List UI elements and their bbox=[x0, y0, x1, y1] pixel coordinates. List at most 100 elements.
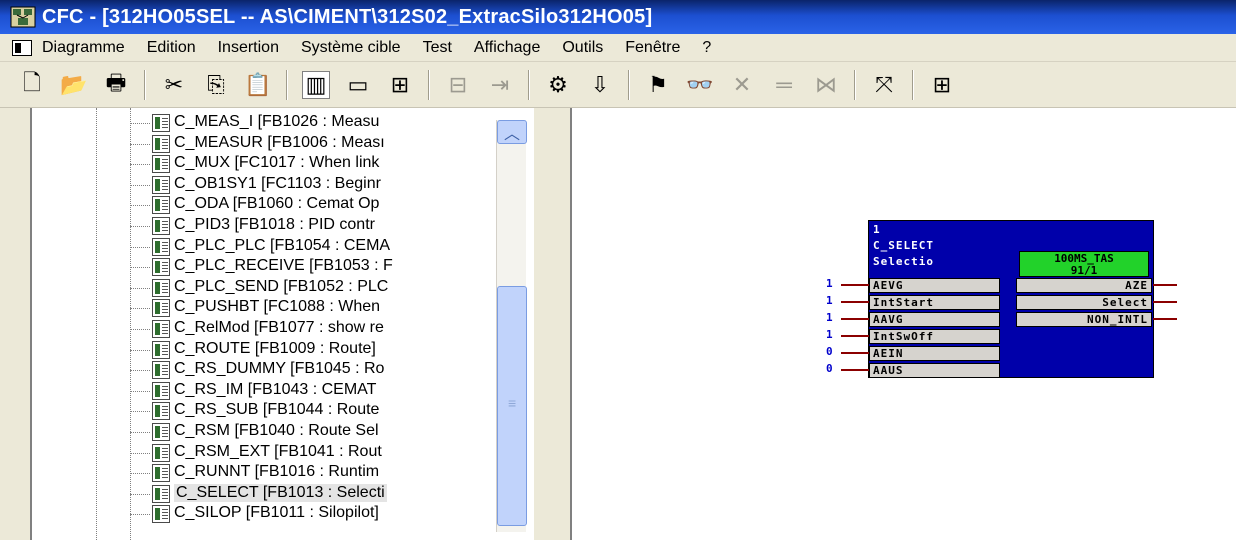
tree-connector bbox=[130, 267, 150, 269]
output-pin-select[interactable]: Select bbox=[1016, 295, 1152, 310]
tree-scrollbar[interactable]: ︿ bbox=[496, 120, 527, 532]
tree-item[interactable]: C_OB1SY1 [FC1103 : Beginr bbox=[32, 174, 498, 196]
grid-icon[interactable]: ⊞ bbox=[928, 71, 956, 99]
tree-item[interactable]: C_RS_IM [FB1043 : CEMAT bbox=[32, 380, 498, 402]
test-mode-icon[interactable]: ⚑ bbox=[644, 71, 672, 99]
tree-connector bbox=[130, 411, 150, 413]
watch-off-icon[interactable]: ✕ bbox=[728, 71, 756, 99]
tree-item-label: C_SELECT [FB1013 : Selecti bbox=[174, 483, 387, 502]
menu-edition[interactable]: Edition bbox=[147, 39, 196, 57]
tree-item[interactable]: C_SILOP [FB1011 : Silopilot] bbox=[32, 503, 498, 525]
input-pin-value[interactable]: 0 bbox=[826, 345, 833, 358]
tree-item[interactable]: C_RUNNT [FB1016 : Runtim bbox=[32, 462, 498, 484]
tree-item[interactable]: C_RS_DUMMY [FB1045 : Ro bbox=[32, 359, 498, 381]
paste-icon[interactable]: 📋 bbox=[244, 71, 272, 99]
document-icon[interactable] bbox=[12, 39, 32, 56]
input-wire[interactable] bbox=[841, 284, 869, 286]
cut-icon[interactable]: ✂ bbox=[160, 71, 188, 99]
input-wire[interactable] bbox=[841, 301, 869, 303]
output-wire[interactable] bbox=[1153, 318, 1177, 320]
input-pin-value[interactable]: 1 bbox=[826, 328, 833, 341]
print-icon[interactable]: 🖶 bbox=[102, 70, 130, 99]
tree-item[interactable]: C_MEAS_I [FB1026 : Measu bbox=[32, 112, 498, 134]
menu-outils[interactable]: Outils bbox=[562, 39, 603, 57]
cfc-window: CFC - [312HO05SEL -- AS\CIMENT\312S02_Ex… bbox=[0, 0, 1236, 540]
output-pin-non-intl[interactable]: NON_INTL bbox=[1016, 312, 1152, 327]
input-pin-intswoff[interactable]: IntSwOff bbox=[869, 329, 1000, 344]
menu-affichage[interactable]: Affichage bbox=[474, 39, 540, 57]
toolbar-separator bbox=[144, 69, 146, 100]
sheet-view-icon[interactable]: ▭ bbox=[344, 71, 372, 99]
tree-item[interactable]: C_PLC_RECEIVE [FB1053 : F bbox=[32, 256, 498, 278]
function-block-icon bbox=[152, 237, 170, 256]
tree-item[interactable]: C_RelMod [FB1077 : show re bbox=[32, 318, 498, 340]
tree-item[interactable]: C_PUSHBT [FC1088 : When bbox=[32, 297, 498, 319]
input-wire[interactable] bbox=[841, 318, 869, 320]
scroll-up-button[interactable]: ︿ bbox=[497, 120, 527, 144]
menu-test[interactable]: Test bbox=[423, 39, 452, 57]
input-pin-aein[interactable]: AEIN bbox=[869, 346, 1000, 361]
tree-item[interactable]: C_RSM_EXT [FB1041 : Rout bbox=[32, 442, 498, 464]
overview-icon[interactable]: ⊞ bbox=[386, 71, 414, 99]
tree-item[interactable]: C_PLC_PLC [FB1054 : CEMA bbox=[32, 236, 498, 258]
menu-insertion[interactable]: Insertion bbox=[218, 39, 279, 57]
open-icon[interactable]: 📂 bbox=[60, 71, 88, 99]
tree-item[interactable]: C_PID3 [FB1018 : PID contr bbox=[32, 215, 498, 237]
tree-item[interactable]: C_RSM [FB1040 : Route Sel bbox=[32, 421, 498, 443]
copy-icon[interactable]: ⎘ bbox=[202, 71, 230, 99]
input-pin-value[interactable]: 0 bbox=[826, 362, 833, 375]
split-icon[interactable]: ⤧ bbox=[870, 71, 898, 99]
tree-connector bbox=[130, 308, 150, 310]
tree-connector bbox=[130, 226, 150, 227]
tree-item-label: C_RS_IM [FB1043 : CEMAT bbox=[174, 380, 377, 398]
tree-item[interactable]: C_ODA [FB1060 : Cemat Op bbox=[32, 194, 498, 216]
tree-item[interactable]: C_PLC_SEND [FB1052 : PLC bbox=[32, 277, 498, 299]
block-catalog-tree[interactable]: C_MEAS_I [FB1026 : Measu C_MEASUR [FB1006… bbox=[30, 108, 534, 540]
tree-item[interactable]: C_ROUTE [FB1009 : Route] bbox=[32, 339, 498, 361]
function-block-icon bbox=[152, 217, 170, 235]
output-wire[interactable] bbox=[1153, 301, 1177, 303]
tree-item[interactable]: C_MEASUR [FB1006 : Meası bbox=[32, 133, 498, 155]
output-pin-aze[interactable]: AZE bbox=[1016, 278, 1152, 293]
menu-diagramme[interactable]: Diagramme bbox=[42, 39, 125, 57]
toolbar-separator bbox=[628, 69, 630, 100]
cfc-app-icon bbox=[10, 6, 36, 28]
input-pin-aavg[interactable]: AAVG bbox=[869, 312, 1000, 327]
pane-splitter[interactable] bbox=[534, 108, 572, 540]
line-icon[interactable]: ═ bbox=[770, 71, 798, 99]
new-icon[interactable]: 🗋 bbox=[18, 70, 46, 99]
input-pin-intstart[interactable]: IntStart bbox=[869, 295, 1000, 310]
connect-icon[interactable]: ⇥ bbox=[486, 71, 514, 99]
download-icon[interactable]: ⇩ bbox=[586, 71, 614, 99]
tree-item[interactable]: C_MUX [FC1017 : When link bbox=[32, 153, 498, 175]
tree-connector bbox=[130, 452, 150, 454]
block-name: C_SELECT bbox=[873, 239, 934, 252]
input-pin-aevg[interactable]: AEVG bbox=[869, 278, 1000, 293]
tree-connector bbox=[130, 246, 150, 248]
menu-fen-tre[interactable]: Fenêtre bbox=[625, 39, 680, 57]
input-wire[interactable] bbox=[841, 369, 869, 371]
tree-item[interactable]: C_RS_SUB [FB1044 : Route bbox=[32, 400, 498, 422]
input-pin-value[interactable]: 1 bbox=[826, 294, 833, 307]
watch-icon[interactable]: 👓 bbox=[686, 71, 714, 99]
menu-syst-me-cible[interactable]: Système cible bbox=[301, 39, 401, 57]
output-wire[interactable] bbox=[1153, 284, 1177, 286]
tree-connector bbox=[130, 184, 150, 186]
catalog-icon[interactable]: ▥ bbox=[302, 70, 330, 99]
input-wire[interactable] bbox=[841, 335, 869, 337]
input-pin-aaus[interactable]: AAUS bbox=[869, 363, 1000, 378]
input-pin-value[interactable]: 1 bbox=[826, 311, 833, 324]
tree-item[interactable]: C_SELECT [FB1013 : Selecti bbox=[32, 483, 498, 505]
tree-connector bbox=[130, 329, 150, 330]
menu-help[interactable]: ? bbox=[702, 39, 711, 57]
input-pin-value[interactable]: 1 bbox=[826, 277, 833, 290]
block-icon[interactable]: ⊟ bbox=[444, 71, 472, 99]
function-block-icon bbox=[152, 258, 170, 277]
input-wire[interactable] bbox=[841, 352, 869, 354]
title-bar[interactable]: CFC - [312HO05SEL -- AS\CIMENT\312S02_Ex… bbox=[0, 0, 1236, 34]
runtime-group-label[interactable]: 100MS_TAS 91/1 bbox=[1019, 251, 1149, 277]
trend-icon[interactable]: ⋈ bbox=[812, 71, 840, 99]
scroll-thumb[interactable] bbox=[497, 286, 527, 526]
compile-icon[interactable]: ⚙ bbox=[544, 71, 572, 99]
function-block-icon bbox=[152, 423, 170, 441]
